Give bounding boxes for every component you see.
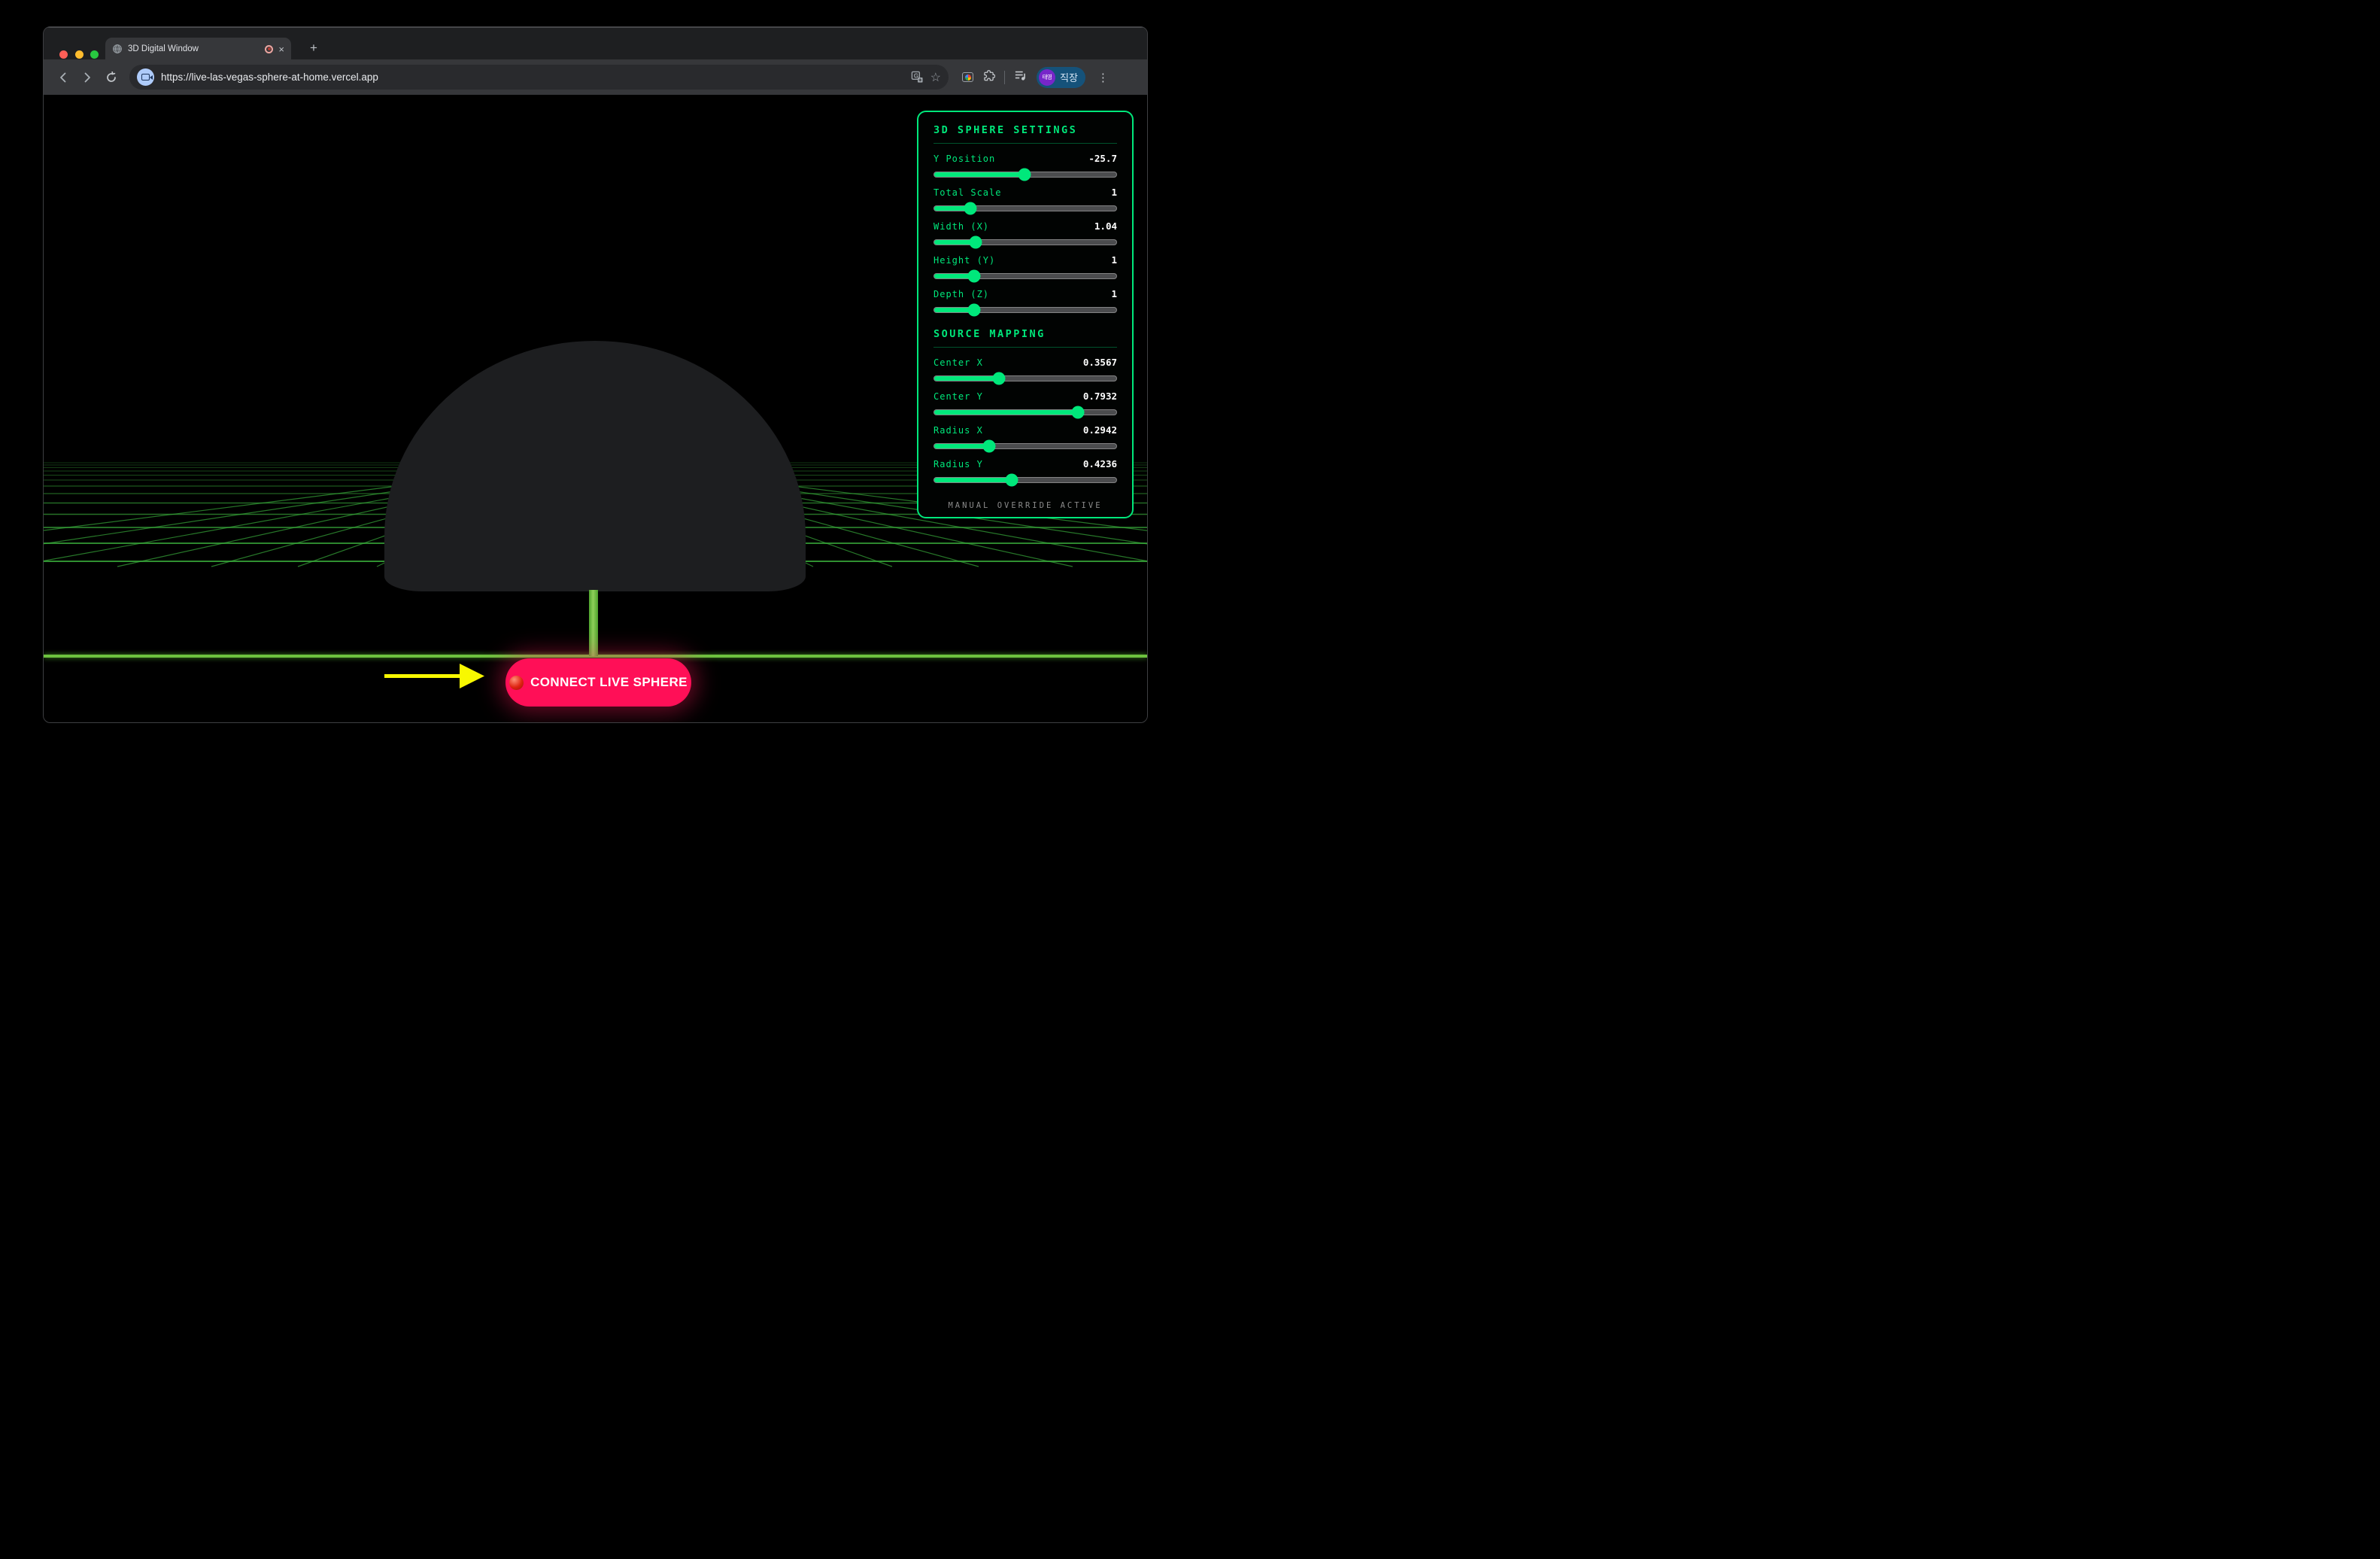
browser-toolbar: https://live-las-vegas-sphere-at-home.ve… xyxy=(44,59,1147,95)
tab-close-icon[interactable]: × xyxy=(278,44,284,54)
slider-row: Center Y 0.7932 xyxy=(933,391,1117,415)
slider-label: Width (X) xyxy=(933,221,989,232)
slider-track[interactable] xyxy=(933,172,1117,178)
slider-label: Radius X xyxy=(933,425,983,436)
slider-fill xyxy=(934,376,999,381)
record-dot-icon xyxy=(509,676,524,690)
slider-value: 1 xyxy=(1111,187,1117,198)
slider-label: Depth (Z) xyxy=(933,289,989,299)
slider-fill xyxy=(934,172,1025,177)
slider-thumb[interactable] xyxy=(993,372,1006,385)
tab-capture-camera-icon[interactable] xyxy=(137,68,154,86)
slider-label: Center X xyxy=(933,357,983,368)
forward-button[interactable] xyxy=(77,67,98,88)
maximize-window-button[interactable] xyxy=(90,50,99,59)
minimize-window-button[interactable] xyxy=(75,50,83,59)
tab-recording-indicator-icon xyxy=(265,45,273,53)
slider-label: Total Scale xyxy=(933,187,1001,198)
media-playlist-icon[interactable] xyxy=(1014,69,1028,85)
slider-label: Radius Y xyxy=(933,459,983,470)
connect-live-sphere-button[interactable]: CONNECT LIVE SPHERE xyxy=(505,658,691,707)
panel-section-title: 3D SPHERE SETTINGS xyxy=(933,124,1117,144)
close-window-button[interactable] xyxy=(59,50,68,59)
tab-strip: 3D Digital Window × + xyxy=(44,27,1147,59)
back-button[interactable] xyxy=(53,67,74,88)
slider-row: Width (X) 1.04 xyxy=(933,220,1117,245)
slider-row: Radius X 0.2942 xyxy=(933,424,1117,449)
browser-tab[interactable]: 3D Digital Window × xyxy=(105,38,291,60)
new-tab-button[interactable]: + xyxy=(303,38,324,59)
slider-row: Depth (Z) 1 xyxy=(933,288,1117,313)
sphere-settings-panel: 3D SPHERE SETTINGS Y Position -25.7 Tota… xyxy=(917,111,1134,518)
slider-row: Radius Y 0.4236 xyxy=(933,458,1117,483)
profile-workspace-label: 직장 xyxy=(1060,70,1078,84)
toolbar-separator xyxy=(1004,71,1005,84)
slider-track[interactable] xyxy=(933,205,1117,211)
translate-icon[interactable]: G xyxy=(911,71,924,84)
slider-thumb[interactable] xyxy=(1005,474,1018,487)
slider-value: 1 xyxy=(1111,288,1117,299)
window-controls xyxy=(59,50,99,59)
slider-thumb[interactable] xyxy=(967,304,980,317)
profile-avatar: 태영 xyxy=(1039,69,1055,86)
slider-row: Height (Y) 1 xyxy=(933,254,1117,279)
slider-label: Y Position xyxy=(933,153,995,164)
browser-window: 3D Digital Window × + https://live-las-v… xyxy=(43,26,1148,723)
slider-row: Total Scale 1 xyxy=(933,187,1117,211)
globe-favicon-icon xyxy=(112,44,123,54)
slider-value: -25.7 xyxy=(1088,153,1117,164)
connect-button-label: CONNECT LIVE SPHERE xyxy=(530,675,688,690)
slider-fill xyxy=(934,444,989,448)
slider-row: Center X 0.3567 xyxy=(933,357,1117,381)
toolbar-extensions-area: 태영 직장 ⋮ xyxy=(962,67,1109,88)
tab-title: 3D Digital Window xyxy=(128,44,260,53)
slider-track[interactable] xyxy=(933,239,1117,245)
desktop-background: 3D Digital Window × + https://live-las-v… xyxy=(0,0,1190,780)
tab-gallery-icon[interactable] xyxy=(962,72,973,82)
slider-value: 0.4236 xyxy=(1083,458,1117,470)
slider-thumb[interactable] xyxy=(964,202,976,215)
slider-track[interactable] xyxy=(933,307,1117,313)
sphere-support-column xyxy=(589,590,598,656)
slider-track[interactable] xyxy=(933,477,1117,483)
slider-value: 0.2942 xyxy=(1083,424,1117,436)
slider-track[interactable] xyxy=(933,443,1117,449)
slider-row: Y Position -25.7 xyxy=(933,153,1117,178)
slider-value: 1 xyxy=(1111,254,1117,266)
slider-value: 0.3567 xyxy=(1083,357,1117,368)
slider-track[interactable] xyxy=(933,375,1117,381)
slider-fill xyxy=(934,410,1078,415)
bookmark-star-icon[interactable]: ☆ xyxy=(930,70,941,85)
panel-section-title: SOURCE MAPPING xyxy=(933,328,1117,348)
slider-label: Height (Y) xyxy=(933,255,995,266)
page-content: CONNECT LIVE SPHERE 3D SPHERE SETTINGS Y… xyxy=(44,95,1147,723)
slider-thumb[interactable] xyxy=(1072,406,1085,419)
slider-fill xyxy=(934,478,1012,482)
slider-label: Center Y xyxy=(933,391,983,402)
address-bar[interactable]: https://live-las-vegas-sphere-at-home.ve… xyxy=(129,65,949,90)
slider-thumb[interactable] xyxy=(967,270,980,283)
url-text[interactable]: https://live-las-vegas-sphere-at-home.ve… xyxy=(161,71,904,83)
slider-value: 0.7932 xyxy=(1083,391,1117,402)
profile-chip[interactable]: 태영 직장 xyxy=(1037,67,1085,88)
slider-track[interactable] xyxy=(933,273,1117,279)
extensions-puzzle-icon[interactable] xyxy=(982,69,995,86)
manual-override-status: MANUAL OVERRIDE ACTIVE xyxy=(933,501,1117,510)
slider-track[interactable] xyxy=(933,409,1117,415)
slider-thumb[interactable] xyxy=(970,236,982,249)
slider-thumb[interactable] xyxy=(1018,169,1031,181)
slider-value: 1.04 xyxy=(1094,220,1117,232)
browser-menu-icon[interactable]: ⋮ xyxy=(1097,71,1109,84)
reload-button[interactable] xyxy=(101,67,122,88)
slider-thumb[interactable] xyxy=(982,440,995,453)
